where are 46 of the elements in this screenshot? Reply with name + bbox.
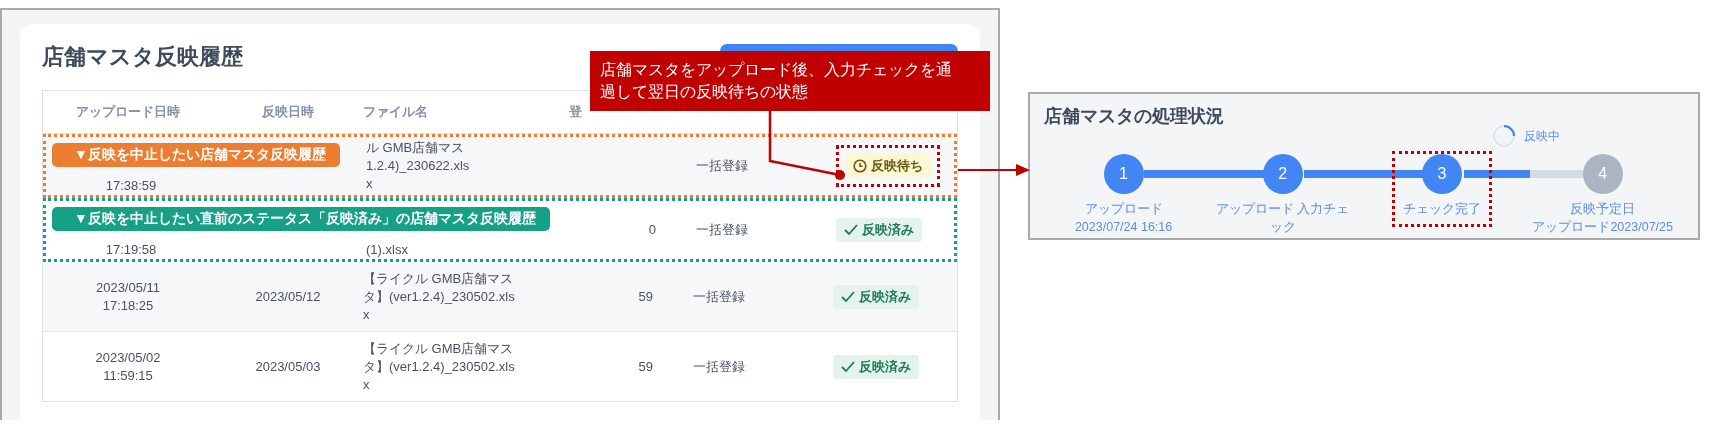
clock-icon bbox=[853, 159, 867, 173]
step-circle: 1 bbox=[1103, 154, 1144, 194]
check-icon bbox=[841, 360, 855, 373]
table-cell-text: 59 bbox=[637, 357, 654, 376]
column-header: 反映日時 bbox=[261, 103, 315, 121]
action-button[interactable] bbox=[720, 44, 958, 51]
spinner-icon bbox=[1492, 124, 1516, 148]
annotation-label: ▼反映を中止したい店舗マスタ反映履歴 bbox=[52, 143, 340, 167]
table-cell-text: ル GMB店舗マス 1.2.4)_230622.xls x bbox=[366, 139, 471, 193]
step-circle: 2 bbox=[1262, 154, 1303, 194]
table-cell-text: 一括登録 bbox=[693, 287, 746, 306]
annotation-label: ▼反映を中止したい直前のステータス「反映済み」の店舗マスタ反映履歴 bbox=[52, 207, 550, 231]
status-label: 反映済み bbox=[859, 287, 911, 306]
arrow bbox=[958, 162, 1030, 178]
step-label: 反映予定日 アップロード2023/07/25 bbox=[1532, 201, 1673, 236]
table-cell-text: 2023/05/12 bbox=[254, 287, 322, 306]
check-icon bbox=[844, 224, 858, 236]
table-cell-text: 一括登録 bbox=[696, 157, 749, 175]
table-cell-text: 2023/05/11 17:18:25 bbox=[94, 278, 162, 315]
status-label: 反映待ち bbox=[871, 157, 923, 175]
table-cell-text: 0 bbox=[647, 221, 657, 239]
step-circle: 3 bbox=[1421, 154, 1462, 194]
table-cell-text: 17:19:58 bbox=[104, 241, 158, 259]
table-cell-text: 2023/05/02 11:59:15 bbox=[94, 348, 162, 385]
table-cell-text: 2023/05/03 bbox=[254, 357, 322, 376]
check-icon bbox=[841, 290, 855, 303]
column-header: ファイル名 bbox=[363, 103, 429, 121]
table-cell-text: 59 bbox=[637, 287, 654, 306]
step-label: アップロード 2023/07/24 16:16 bbox=[1074, 201, 1173, 236]
table-cell-text: 一括登録 bbox=[696, 221, 749, 239]
table-cell-text: (1).xlsx bbox=[366, 241, 409, 259]
table-cell-text: 17:38:59 bbox=[104, 177, 158, 195]
column-header: アップロード日時 bbox=[75, 103, 181, 121]
table-cell-text: 【ライクル GMB店舗マス タ】(ver1.2.4)_230502.xls x bbox=[363, 269, 516, 324]
table-cell-text: 一括登録 bbox=[693, 357, 746, 376]
page-title: 店舗マスタ反映履歴 bbox=[42, 43, 243, 71]
status-label: 反映済み bbox=[862, 221, 914, 239]
column-header: 登 bbox=[568, 103, 583, 121]
progress-label: 反映中 bbox=[1524, 127, 1560, 145]
status-label: 反映済み bbox=[859, 357, 911, 376]
panel-title: 店舗マスタの処理状況 bbox=[1044, 105, 1225, 128]
step-circle: 4 bbox=[1582, 154, 1623, 194]
callout-note: 店舗マスタをアップロード後、入力チェックを通過して翌日の反映待ちの状態 bbox=[590, 51, 990, 111]
step-label: アップロード 入力チェック bbox=[1214, 201, 1351, 236]
step-label: チェック完了 bbox=[1402, 201, 1481, 218]
table-cell-text: 【ライクル GMB店舗マス タ】(ver1.2.4)_230502.xls x bbox=[363, 339, 516, 394]
